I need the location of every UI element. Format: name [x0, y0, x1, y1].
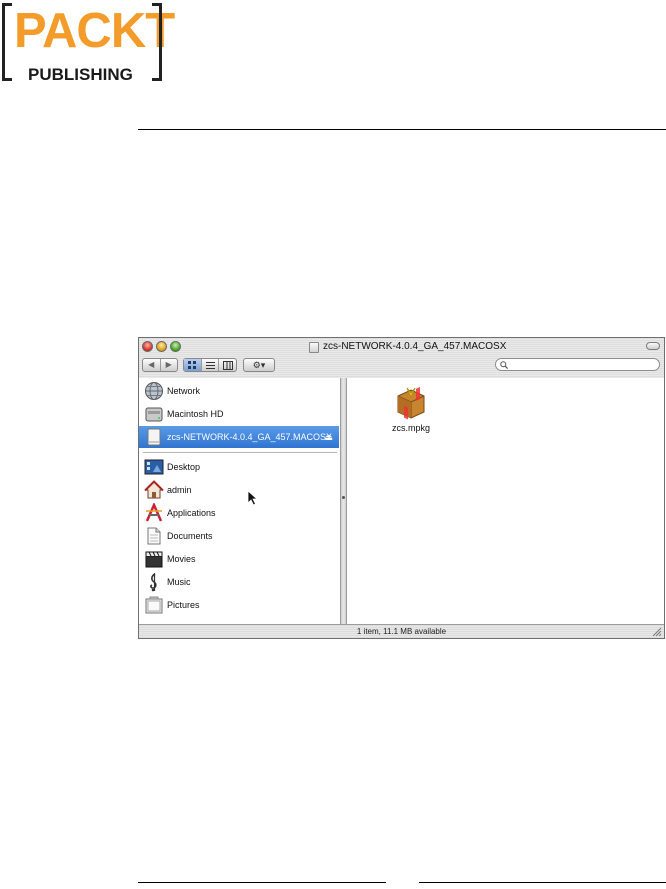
eject-icon[interactable]: ⏏	[324, 432, 333, 442]
disk-image-icon	[147, 428, 161, 446]
search-icon	[500, 360, 508, 369]
sidebar-item-label: Network	[167, 386, 201, 396]
sidebar-item-movies[interactable]: Movies	[139, 548, 339, 570]
action-menu-button[interactable]: ⚙▾	[244, 359, 274, 371]
file-browser-content[interactable]: zcs.mpkg	[346, 378, 664, 624]
finder-window: zcs-NETWORK-4.0.4_GA_457.MACOSX ◀ ▶ ⚙▾ N…	[138, 337, 665, 639]
splitter-handle[interactable]	[342, 496, 345, 499]
toolbar-toggle-button[interactable]	[646, 342, 660, 350]
logo-word: PACKT	[14, 4, 175, 58]
desktop-icon	[144, 459, 164, 475]
list-view-icon	[205, 361, 215, 369]
header-rule	[138, 129, 666, 130]
sidebar-item-macintosh-hd[interactable]: Macintosh HD	[139, 403, 339, 425]
sidebar-item-label: Macintosh HD	[167, 409, 224, 419]
applications-icon	[145, 503, 163, 522]
search-input[interactable]	[508, 359, 651, 370]
column-view-icon	[222, 360, 233, 370]
status-bar: 1 item, 11.1 MB available	[139, 624, 664, 638]
sidebar-item-label: Applications	[167, 508, 216, 518]
column-view-button[interactable]	[219, 359, 236, 371]
window-title: zcs-NETWORK-4.0.4_GA_457.MACOSX	[323, 341, 507, 352]
logo-right-bracket	[152, 3, 162, 81]
sidebar-item-label: Music	[167, 577, 191, 587]
pictures-icon	[145, 596, 163, 614]
sidebar-item-label: zcs-NETWORK-4.0.4_GA_457.MACOSX	[167, 432, 333, 442]
search-field[interactable]	[495, 358, 660, 371]
movies-icon	[145, 551, 163, 568]
sidebar: Network Macintosh HD zcs-NETWORK-4.0.4_G…	[139, 378, 341, 624]
close-button[interactable]	[142, 341, 153, 352]
list-view-button[interactable]	[202, 359, 220, 371]
file-item-zcs-mpkg[interactable]: zcs.mpkg	[383, 384, 439, 433]
nav-button-group: ◀ ▶	[142, 358, 178, 372]
sidebar-item-desktop[interactable]: Desktop	[139, 456, 339, 478]
minimize-button[interactable]	[156, 341, 167, 352]
icon-view-button[interactable]	[184, 359, 202, 371]
sidebar-item-label: Documents	[167, 531, 213, 541]
title-bar[interactable]: zcs-NETWORK-4.0.4_GA_457.MACOSX ◀ ▶ ⚙▾	[139, 338, 664, 378]
sidebar-item-admin[interactable]: admin	[139, 479, 339, 501]
packt-logo: PACKT PUBLISHING	[2, 3, 175, 87]
file-name: zcs.mpkg	[391, 423, 430, 433]
footer-rule-right	[419, 882, 666, 883]
package-icon	[397, 386, 425, 420]
documents-icon	[147, 527, 161, 545]
logo-subtitle: PUBLISHING	[28, 65, 133, 84]
sidebar-item-zcs-disk[interactable]: zcs-NETWORK-4.0.4_GA_457.MACOSX ⏏	[139, 426, 339, 448]
sidebar-item-label: admin	[167, 485, 192, 495]
hard-drive-icon	[145, 407, 163, 422]
sidebar-item-network[interactable]: Network	[139, 380, 339, 402]
sidebar-item-label: Movies	[167, 554, 196, 564]
music-icon	[150, 573, 157, 592]
window-title-wrap: zcs-NETWORK-4.0.4_GA_457.MACOSX	[309, 340, 506, 354]
sidebar-item-label: Desktop	[167, 462, 201, 472]
view-mode-group	[183, 358, 237, 372]
disk-image-icon	[309, 341, 319, 353]
resize-grip-icon[interactable]	[652, 627, 662, 637]
back-button[interactable]: ◀	[143, 359, 161, 371]
zoom-button[interactable]	[170, 341, 181, 352]
home-icon	[144, 480, 164, 499]
sidebar-separator	[143, 452, 337, 453]
sidebar-item-music[interactable]: Music	[139, 571, 339, 593]
sidebar-item-pictures[interactable]: Pictures	[139, 594, 339, 616]
network-globe-icon	[145, 382, 163, 400]
mouse-cursor-icon	[247, 490, 259, 506]
logo-left-bracket	[2, 3, 12, 81]
forward-button[interactable]: ▶	[161, 359, 178, 371]
icon-view-icon	[187, 360, 196, 369]
footer-rule-left	[138, 882, 386, 883]
sidebar-item-label: Pictures	[167, 600, 200, 610]
action-menu-group: ⚙▾	[243, 358, 275, 372]
sidebar-item-applications[interactable]: Applications	[139, 502, 339, 524]
sidebar-item-documents[interactable]: Documents	[139, 525, 339, 547]
status-text: 1 item, 11.1 MB available	[356, 627, 447, 636]
